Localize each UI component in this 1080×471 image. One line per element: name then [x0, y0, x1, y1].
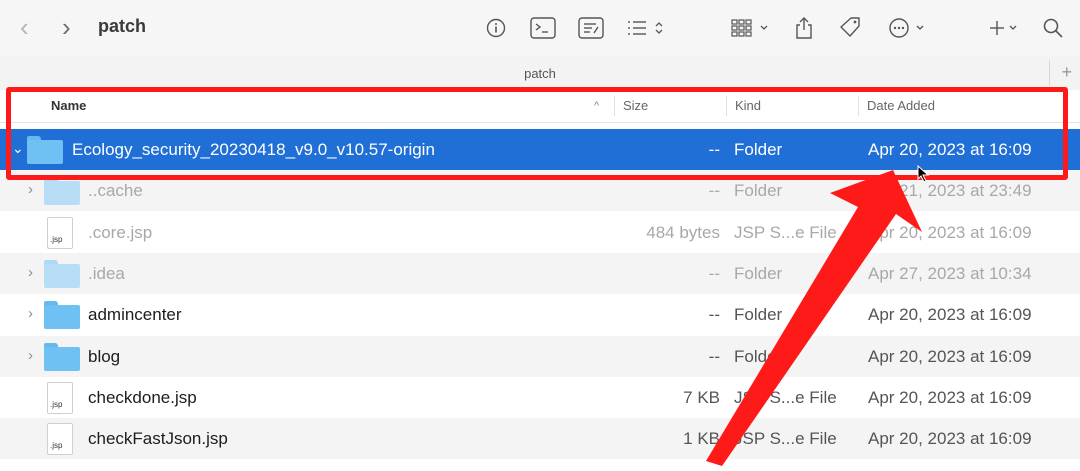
mouse-cursor-icon — [917, 165, 930, 183]
annotation-arrow — [706, 170, 922, 466]
